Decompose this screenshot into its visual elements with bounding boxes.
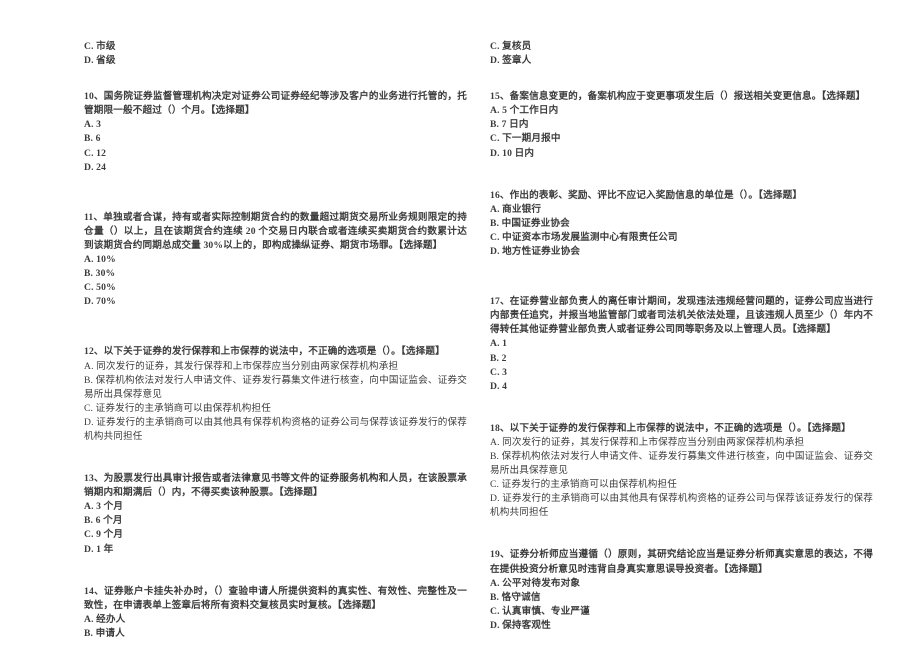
option-item: A. 公平对待发布对象 bbox=[490, 577, 581, 589]
option-item: C. 市级 bbox=[84, 41, 116, 52]
option-item: C. 复核员 bbox=[490, 41, 532, 52]
question-type-tag: 【选择题】 bbox=[400, 346, 445, 358]
option-item: C. 认真审慎、专业严谨 bbox=[490, 605, 590, 617]
question-type-tag: 【选择题】 bbox=[278, 487, 323, 499]
option-item: D. 签章人 bbox=[490, 55, 532, 67]
option-item: D. 证券发行的主承销商可以由其他具有保荐机构资格的证券公司与保荐该证券发行的保… bbox=[490, 493, 873, 519]
option-item: D. 证券发行的主承销商可以由其他具有保荐机构资格的证券公司与保荐该证券发行的保… bbox=[84, 416, 467, 442]
option-item: A. 经办人 bbox=[84, 613, 126, 625]
question-stem-text: 15、备案信息变更的，备案机构应于变更事项发生后（）报送相关变更信息。 bbox=[490, 91, 822, 103]
question-stem-text: 14、证券账户卡挂失补办时，（）查验申请人所提供资料的真实性、有效性、完整性及一… bbox=[84, 585, 467, 611]
option-item: C. 12 bbox=[84, 147, 107, 159]
question-stem: 15、备案信息变更的，备案机构应于变更事项发生后（）报送相关变更信息。【选择题】 bbox=[490, 90, 873, 104]
question-stem: 18、以下关于证券的发行保荐和上市保荐的说法中，不正确的选项是（）。【选择题】 bbox=[490, 422, 873, 436]
question-type-tag: 【选择题】 bbox=[210, 105, 255, 117]
option-item: B. 6 个月 bbox=[84, 515, 123, 527]
question-stem-text: 10、国务院证券监督管理机构决定对证券公司证券经纪等涉及客户的业务进行托管的，托… bbox=[84, 91, 467, 117]
option-item: C. 9 个月 bbox=[84, 529, 124, 541]
option-item: B. 恪守诚信 bbox=[490, 591, 541, 603]
question-10: 10、国务院证券监督管理机构决定对证券公司证券经纪等涉及客户的业务进行托管的，托… bbox=[84, 90, 467, 175]
option-item: D. 70% bbox=[84, 296, 116, 308]
question-type-tag: 【选择题】 bbox=[723, 563, 768, 575]
option-item: D. 地方性证券业协会 bbox=[490, 246, 581, 258]
question-stem-text: 19、证券分析师应当遵循（）原则，其研究结论应当是证券分析师真实意思的表达，不得… bbox=[490, 549, 873, 575]
option-item: C. 50% bbox=[84, 282, 116, 294]
option-item: D. 保持客观性 bbox=[490, 619, 551, 631]
option-item: A. 同次发行的证券，其发行保荐和上市保荐应当分别由两家保荐机构承担 bbox=[84, 360, 399, 372]
option-item: B. 7 日内 bbox=[490, 119, 529, 131]
two-column-layout: C. 市级 D. 省级 10、国务院证券监督管理机构决定对证券公司证券经纪等涉及… bbox=[84, 40, 873, 641]
option-item: A. 商业银行 bbox=[490, 203, 542, 215]
option-item: C. 证券发行的主承销商可以由保荐机构担任 bbox=[490, 479, 678, 491]
option-item: B. 中国证券业协会 bbox=[490, 217, 570, 229]
option-item: A. 3 个月 bbox=[84, 501, 124, 513]
option-item: D. 省级 bbox=[84, 55, 116, 67]
question-stem: 11、单独或者合谋，持有或者实际控制期货合约的数量超过期货交易所业务规则限定的持… bbox=[84, 211, 467, 253]
question-17: 17、在证券营业部负责人的离任审计期间，发现违法违规经营问题的，证券公司应当进行… bbox=[490, 295, 873, 394]
option-item: A. 3 bbox=[84, 119, 102, 131]
option-item: A. 1 bbox=[490, 338, 508, 350]
right-column: C. 复核员 D. 签章人 15、备案信息变更的，备案机构应于变更事项发生后（）… bbox=[490, 40, 873, 633]
option-item: D. 4 bbox=[490, 380, 508, 392]
option-item: B. 保荐机构依法对发行人申请文件、证券发行募集文件进行核查，向中国证监会、证券… bbox=[84, 374, 467, 400]
option-item: A. 10% bbox=[84, 254, 116, 266]
question-15: 15、备案信息变更的，备案机构应于变更事项发生后（）报送相关变更信息。【选择题】… bbox=[490, 90, 873, 160]
question-type-tag: 【选择题】 bbox=[821, 91, 866, 103]
option-item: D. 24 bbox=[84, 161, 107, 173]
question-13: 13、为股票发行出具审计报告或者法律意见书等文件的证券服务机构和人员，在该股票承… bbox=[84, 472, 467, 557]
question-stem: 19、证券分析师应当遵循（）原则，其研究结论应当是证券分析师真实意思的表达，不得… bbox=[490, 548, 873, 576]
option-item: A. 同次发行的证券，其发行保荐和上市保荐应当分别由两家保荐机构承担 bbox=[490, 436, 805, 448]
option-item: C. 中证资本市场发展监测中心有限责任公司 bbox=[490, 231, 678, 243]
question-12: 12、以下关于证券的发行保荐和上市保荐的说法中，不正确的选项是（）。【选择题】 … bbox=[84, 345, 467, 444]
question-type-tag: 【选择题】 bbox=[758, 189, 803, 201]
question-stem-text: 12、以下关于证券的发行保荐和上市保荐的说法中，不正确的选项是（）。 bbox=[84, 346, 401, 358]
question-stem-text: 18、以下关于证券的发行保荐和上市保荐的说法中，不正确的选项是（）。 bbox=[490, 422, 807, 434]
question-stem: 16、作出的表彰、奖励、评比不应记入奖励信息的单位是（）。【选择题】 bbox=[490, 189, 873, 203]
question-stem: 17、在证券营业部负责人的离任审计期间，发现违法违规经营问题的，证券公司应当进行… bbox=[490, 295, 873, 337]
option-item: B. 保荐机构依法对发行人申请文件、证券发行募集文件进行核查，向中国证监会、证券… bbox=[490, 450, 873, 477]
question-type-tag: 【选择题】 bbox=[337, 599, 382, 611]
question-11: 11、单独或者合谋，持有或者实际控制期货合约的数量超过期货交易所业务规则限定的持… bbox=[84, 211, 467, 310]
option-item: B. 2 bbox=[490, 352, 507, 364]
question-type-tag: 【选择题】 bbox=[792, 324, 836, 336]
question-19: 19、证券分析师应当遵循（）原则，其研究结论应当是证券分析师真实意思的表达，不得… bbox=[490, 548, 873, 633]
option-item: C. 下一期月报中 bbox=[490, 133, 561, 145]
question-14: 14、证券账户卡挂失补办时，（）查验申请人所提供资料的真实性、有效性、完整性及一… bbox=[84, 585, 467, 641]
continued-options-group-right: C. 复核员 D. 签章人 bbox=[490, 40, 873, 68]
left-column: C. 市级 D. 省级 10、国务院证券监督管理机构决定对证券公司证券经纪等涉及… bbox=[84, 40, 467, 641]
question-type-tag: 【选择题】 bbox=[806, 422, 851, 434]
question-stem-text: 16、作出的表彰、奖励、评比不应记入奖励信息的单位是（）。 bbox=[490, 189, 759, 201]
question-stem-text: 13、为股票发行出具审计报告或者法律意见书等文件的证券服务机构和人员，在该股票承… bbox=[84, 473, 467, 499]
option-item: D. 1 年 bbox=[84, 543, 114, 555]
question-stem: 13、为股票发行出具审计报告或者法律意见书等文件的证券服务机构和人员，在该股票承… bbox=[84, 472, 467, 500]
option-item: B. 6 bbox=[84, 133, 101, 145]
document-page: C. 市级 D. 省级 10、国务院证券监督管理机构决定对证券公司证券经纪等涉及… bbox=[0, 0, 920, 651]
option-item: A. 5 个工作日内 bbox=[490, 105, 559, 117]
question-16: 16、作出的表彰、奖励、评比不应记入奖励信息的单位是（）。【选择题】 A. 商业… bbox=[490, 189, 873, 259]
question-stem: 14、证券账户卡挂失补办时，（）查验申请人所提供资料的真实性、有效性、完整性及一… bbox=[84, 585, 467, 613]
option-item: B. 申请人 bbox=[84, 627, 125, 639]
option-item: C. 3 bbox=[490, 366, 508, 378]
option-item: C. 证券发行的主承销商可以由保荐机构担任 bbox=[84, 402, 272, 414]
option-item: D. 10 日内 bbox=[490, 147, 535, 159]
continued-options-group-left: C. 市级 D. 省级 bbox=[84, 40, 467, 68]
question-type-tag: 【选择题】 bbox=[398, 239, 443, 251]
question-stem: 10、国务院证券监督管理机构决定对证券公司证券经纪等涉及客户的业务进行托管的，托… bbox=[84, 90, 467, 118]
question-stem: 12、以下关于证券的发行保荐和上市保荐的说法中，不正确的选项是（）。【选择题】 bbox=[84, 345, 467, 359]
question-18: 18、以下关于证券的发行保荐和上市保荐的说法中，不正确的选项是（）。【选择题】 … bbox=[490, 422, 873, 521]
option-item: B. 30% bbox=[84, 268, 116, 280]
